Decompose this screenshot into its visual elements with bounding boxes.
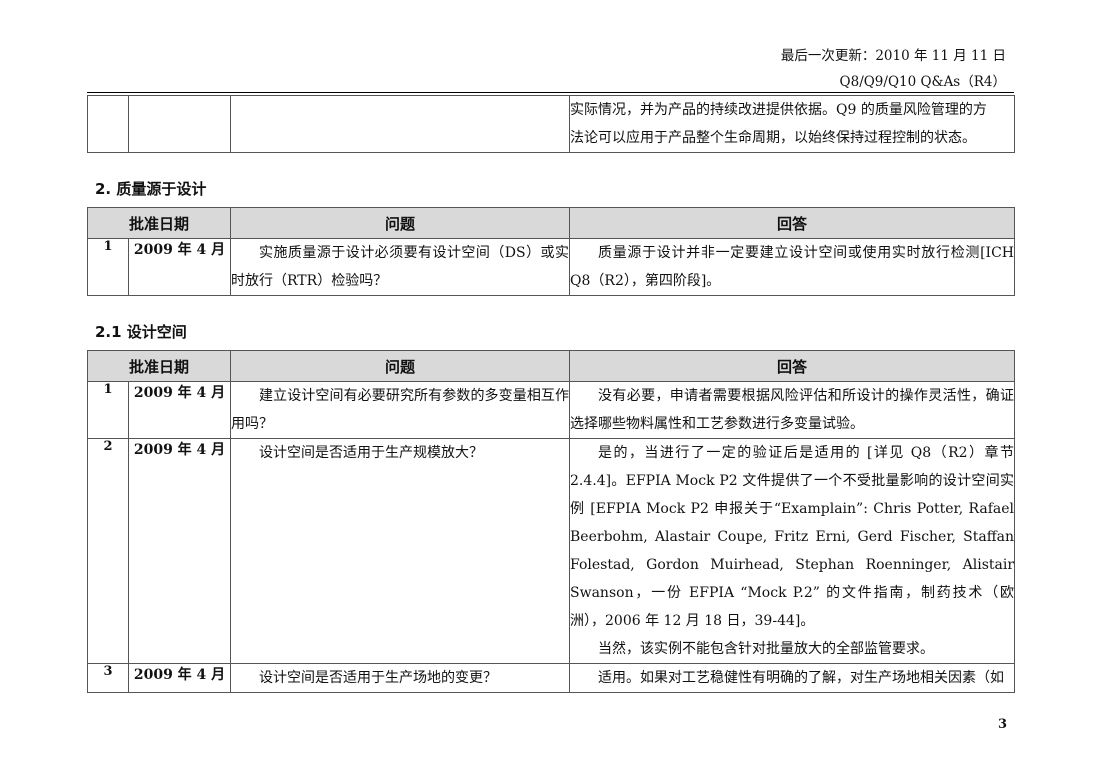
- header-last-updated: 最后一次更新：2010 年 11 月 11 日: [780, 48, 1006, 64]
- question-cell: 实施质量源于设计必须要有设计空间（DS）或实时放行（RTR）检验吗？: [230, 238, 571, 296]
- answer-cell: 质量源于设计并非一定要建立设计空间或使用实时放行检测[ICH Q8（R2），第四…: [569, 238, 1016, 296]
- question-cell: 建立设计空间有必要研究所有参数的多变量相互作用吗？: [230, 381, 571, 439]
- answer-cell: 是的，当进行了一定的验证后是适用的 [详见 Q8（R2）章节 2.4.4]。EF…: [569, 438, 1016, 664]
- answer-text: 适用。如果对工艺稳健性有明确的了解，对生产场地相关因素（如: [598, 670, 1005, 686]
- row-number: 1: [87, 381, 129, 439]
- answer-text: 质量源于设计并非一定要建立设计空间或使用实时放行检测[ICH Q8（R2），第四…: [570, 245, 1015, 289]
- header-doc-title: Q8/Q9/Q10 Q&As（R4）: [839, 74, 1006, 90]
- column-header-answer: 回答: [569, 207, 1016, 239]
- table-row: 1 2009 年 4 月 建立设计空间有必要研究所有参数的多变量相互作用吗？ 没…: [87, 381, 1016, 439]
- continued-table: 实际情况，并为产品的持续改进提供依据。Q9 的质量风险管理的方 法论可以应用于产…: [87, 95, 1015, 153]
- answer-line: 实际情况，并为产品的持续改进提供依据。Q9 的质量风险管理的方: [570, 102, 987, 118]
- table-header-row: 批准日期 问题 回答: [86, 350, 1016, 382]
- question-cell: 设计空间是否适用于生产场地的变更？: [230, 663, 571, 693]
- row-number: 1: [87, 238, 129, 296]
- question-text: 设计空间是否适用于生产场地的变更？: [259, 670, 498, 686]
- qbd-table: 批准日期 问题 回答 1 2009 年 4 月 实施质量源于设计必须要有设计空间…: [86, 207, 1016, 296]
- section-heading-design-space: 2.1 设计空间: [95, 323, 187, 341]
- column-header-answer: 回答: [569, 350, 1016, 382]
- num-cell: [87, 95, 129, 153]
- question-cell: 设计空间是否适用于生产规模放大？: [230, 438, 571, 664]
- approval-date: 2009 年 4 月: [127, 381, 232, 439]
- header-rule-top: [87, 92, 1014, 93]
- answer-text: 是的，当进行了一定的验证后是适用的 [详见 Q8（R2）章节 2.4.4]。EF…: [570, 445, 1015, 629]
- column-header-question: 问题: [230, 350, 571, 382]
- row-number: 3: [87, 663, 129, 693]
- approval-date: 2009 年 4 月: [127, 438, 232, 664]
- column-header-date: 批准日期: [86, 207, 232, 239]
- design-space-table: 批准日期 问题 回答 1 2009 年 4 月 建立设计空间有必要研究所有参数的…: [86, 350, 1016, 693]
- date-cell: [128, 95, 231, 153]
- row-number: 2: [87, 438, 129, 664]
- approval-date: 2009 年 4 月: [127, 663, 232, 693]
- answer-line: 法论可以应用于产品整个生命周期，以始终保持过程控制的状态。: [570, 130, 976, 146]
- question-cell: [230, 95, 570, 153]
- question-text: 建立设计空间有必要研究所有参数的多变量相互作用吗？: [231, 388, 570, 432]
- table-row: 实际情况，并为产品的持续改进提供依据。Q9 的质量风险管理的方 法论可以应用于产…: [87, 95, 1015, 153]
- table-row: 1 2009 年 4 月 实施质量源于设计必须要有设计空间（DS）或实时放行（R…: [87, 238, 1016, 296]
- column-header-date: 批准日期: [86, 350, 232, 382]
- page-number: 3: [998, 717, 1008, 732]
- answer-cell: 没有必要，申请者需要根据风险评估和所设计的操作灵活性，确证选择哪些物料属性和工艺…: [569, 381, 1016, 439]
- table-header-row: 批准日期 问题 回答: [86, 207, 1016, 239]
- table-row: 2 2009 年 4 月 设计空间是否适用于生产规模放大？ 是的，当进行了一定的…: [87, 438, 1016, 664]
- approval-date: 2009 年 4 月: [127, 238, 232, 296]
- table-row: 3 2009 年 4 月 设计空间是否适用于生产场地的变更？ 适用。如果对工艺稳…: [87, 663, 1016, 693]
- column-header-question: 问题: [230, 207, 571, 239]
- question-text: 设计空间是否适用于生产规模放大？: [259, 445, 484, 461]
- answer-note: 当然，该实例不能包含针对批量放大的全部监管要求。: [598, 641, 935, 657]
- answer-cell: 适用。如果对工艺稳健性有明确的了解，对生产场地相关因素（如: [569, 663, 1016, 693]
- question-text: 实施质量源于设计必须要有设计空间（DS）或实时放行（RTR）检验吗？: [231, 245, 570, 289]
- answer-cell: 实际情况，并为产品的持续改进提供依据。Q9 的质量风险管理的方 法论可以应用于产…: [569, 95, 1015, 153]
- section-heading-qbd: 2. 质量源于设计: [95, 180, 207, 198]
- answer-text: 没有必要，申请者需要根据风险评估和所设计的操作灵活性，确证选择哪些物料属性和工艺…: [570, 388, 1015, 432]
